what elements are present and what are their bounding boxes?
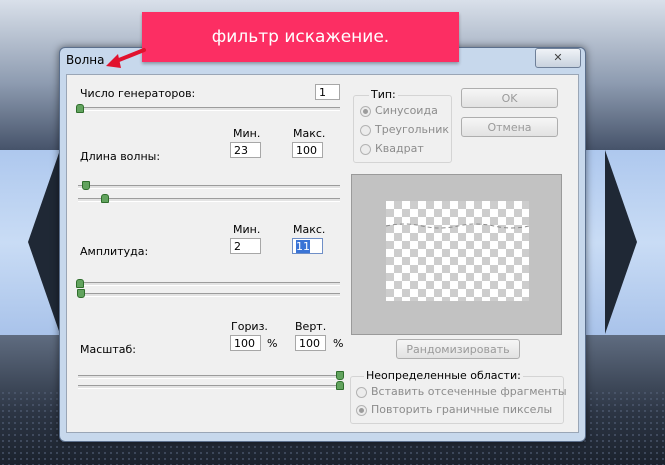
amplitude-min-slider-track[interactable] xyxy=(78,282,340,286)
amplitude-min-label: Мин. xyxy=(233,223,261,236)
amplitude-max-slider-track[interactable] xyxy=(78,293,340,297)
wavelength-max-label: Макс. xyxy=(293,127,326,140)
wavelength-min-slider-thumb[interactable] xyxy=(82,181,90,190)
wavelength-min-slider-track[interactable] xyxy=(78,185,340,189)
amplitude-max-slider-thumb[interactable] xyxy=(77,289,85,298)
scale-horiz-input[interactable]: 100 xyxy=(230,335,261,351)
repeat-edge-pixels-radio[interactable] xyxy=(356,405,367,416)
repeat-edge-pixels-label[interactable]: Повторить граничные пикселы xyxy=(371,403,552,416)
wavelength-min-label: Мин. xyxy=(233,127,261,140)
amplitude-max-label: Макс. xyxy=(293,223,326,236)
type-sine-label[interactable]: Синусоида xyxy=(375,104,438,117)
scale-label: Масштаб: xyxy=(80,343,136,356)
scale-vert-label: Верт. xyxy=(295,320,327,333)
scale-vert-slider-thumb[interactable] xyxy=(336,381,344,390)
amplitude-max-selected-text: 11 xyxy=(296,240,310,253)
wavelength-max-slider-thumb[interactable] xyxy=(101,194,109,203)
cancel-button[interactable]: Отмена xyxy=(461,117,558,137)
amplitude-max-input[interactable]: 11 xyxy=(292,238,323,254)
amplitude-min-slider-thumb[interactable] xyxy=(76,279,84,288)
wrap-around-radio[interactable] xyxy=(356,387,367,398)
amplitude-label: Амплитуда: xyxy=(80,245,149,258)
type-triangle-label[interactable]: Треугольник xyxy=(375,123,449,136)
scale-vert-unit: % xyxy=(333,337,344,350)
wrap-around-label[interactable]: Вставить отсеченные фрагменты xyxy=(371,385,567,398)
scale-horiz-slider-thumb[interactable] xyxy=(336,371,344,380)
scale-vert-input[interactable]: 100 xyxy=(295,335,326,351)
type-triangle-radio[interactable] xyxy=(360,125,371,136)
wavelength-min-input[interactable]: 23 xyxy=(230,142,261,158)
amplitude-min-input[interactable]: 2 xyxy=(230,238,261,254)
background-left-shape xyxy=(28,150,60,334)
preview-wave-line xyxy=(386,223,529,229)
type-group-title: Тип: xyxy=(369,88,398,101)
type-square-label[interactable]: Квадрат xyxy=(375,142,424,155)
annotation-arrow-icon xyxy=(106,48,146,68)
generators-slider-track[interactable] xyxy=(78,107,340,111)
undefined-areas-group xyxy=(350,376,564,424)
preview-image xyxy=(386,201,529,301)
type-square-radio[interactable] xyxy=(360,144,371,155)
dialog-title: Волна xyxy=(66,53,105,67)
scale-horiz-slider-track[interactable] xyxy=(78,375,340,379)
wavelength-label: Длина волны: xyxy=(80,150,161,163)
wavelength-max-input[interactable]: 100 xyxy=(292,142,323,158)
scale-horiz-unit: % xyxy=(267,337,278,350)
wavelength-max-slider-track[interactable] xyxy=(78,198,340,202)
generators-label: Число генераторов: xyxy=(80,87,196,100)
undefined-areas-title: Неопределенные области: xyxy=(364,369,523,382)
generators-input[interactable]: 1 xyxy=(315,84,340,100)
type-sine-radio[interactable] xyxy=(360,106,371,117)
background-right-shape xyxy=(605,150,637,334)
generators-slider-thumb[interactable] xyxy=(76,104,84,113)
scale-horiz-label: Гориз. xyxy=(231,320,268,333)
close-button[interactable]: ✕ xyxy=(535,48,581,68)
randomize-button[interactable]: Рандомизировать xyxy=(396,339,520,359)
annotation-banner: фильтр искажение. xyxy=(142,12,459,62)
ok-button[interactable]: OK xyxy=(461,88,558,108)
scale-vert-slider-track[interactable] xyxy=(78,385,340,389)
